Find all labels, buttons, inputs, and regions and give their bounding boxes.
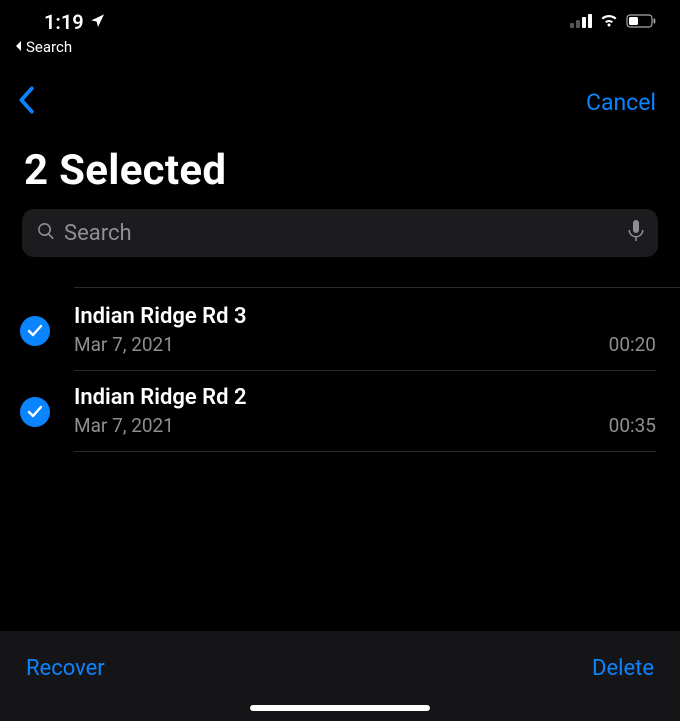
status-time-group: 1:19 [44, 10, 106, 34]
microphone-icon[interactable] [628, 220, 644, 246]
breadcrumb-label: Search [26, 38, 72, 56]
recover-button[interactable]: Recover [26, 656, 105, 681]
breadcrumb-back-icon [14, 38, 24, 56]
home-indicator[interactable] [250, 705, 430, 711]
search-icon [36, 221, 56, 245]
recording-title: Indian Ridge Rd 2 [74, 385, 247, 410]
list-item[interactable]: Indian Ridge Rd 3 Mar 7, 2021 00:20 [0, 290, 680, 371]
page-title: 2 Selected [0, 118, 680, 209]
battery-icon [626, 13, 656, 32]
list-item-content: Indian Ridge Rd 2 Mar 7, 2021 00:35 [74, 385, 656, 452]
search-container [0, 209, 680, 257]
back-button[interactable] [16, 86, 36, 118]
list-divider [74, 287, 680, 288]
status-time: 1:19 [44, 10, 84, 34]
selected-check-icon[interactable] [20, 397, 50, 427]
delete-button[interactable]: Delete [592, 656, 654, 681]
wifi-icon [599, 13, 619, 32]
recording-duration: 00:35 [609, 414, 656, 437]
recordings-list: Indian Ridge Rd 3 Mar 7, 2021 00:20 Indi… [0, 287, 680, 452]
selected-check-icon[interactable] [20, 316, 50, 346]
location-icon [90, 10, 106, 34]
search-field[interactable] [22, 209, 658, 257]
list-item[interactable]: Indian Ridge Rd 2 Mar 7, 2021 00:35 [0, 371, 680, 452]
recording-date: Mar 7, 2021 [74, 414, 247, 437]
status-bar: 1:19 [0, 0, 680, 36]
status-indicators [570, 13, 656, 32]
recording-title: Indian Ridge Rd 3 [74, 304, 247, 329]
search-input[interactable] [64, 221, 620, 246]
cancel-button[interactable]: Cancel [586, 89, 656, 116]
cellular-icon [570, 13, 592, 32]
recording-duration: 00:20 [609, 333, 656, 356]
breadcrumb[interactable]: Search [0, 36, 680, 56]
recording-date: Mar 7, 2021 [74, 333, 247, 356]
list-item-main: Indian Ridge Rd 3 Mar 7, 2021 [74, 304, 247, 356]
list-item-content: Indian Ridge Rd 3 Mar 7, 2021 00:20 [74, 304, 656, 371]
list-item-main: Indian Ridge Rd 2 Mar 7, 2021 [74, 385, 247, 437]
nav-bar: Cancel [0, 56, 680, 118]
